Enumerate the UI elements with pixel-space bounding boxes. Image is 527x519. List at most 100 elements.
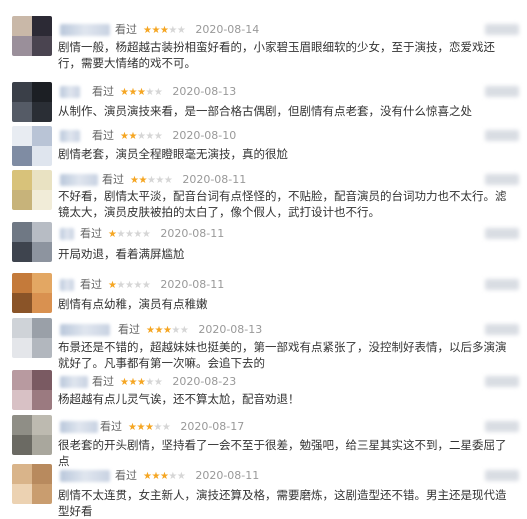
star-rating: ★★★★★: [128, 420, 171, 435]
star-empty-icon: ★: [176, 471, 186, 482]
useful-vote-blurred[interactable]: [485, 376, 519, 387]
user-avatar[interactable]: [12, 273, 52, 313]
star-filled-icon: ★: [151, 471, 160, 482]
user-avatar[interactable]: [12, 16, 52, 56]
useful-vote-blurred[interactable]: [485, 470, 519, 481]
user-avatar[interactable]: [12, 222, 52, 262]
star-empty-icon: ★: [168, 471, 177, 482]
star-filled-icon: ★: [136, 422, 145, 433]
rating-label: 看过: [115, 23, 137, 36]
rating-label: 看过: [80, 227, 102, 240]
review-date: 2020-08-13: [198, 323, 263, 336]
rating-label: 看过: [92, 85, 114, 98]
review-date: 2020-08-11: [195, 469, 260, 482]
rating-label: 看过: [92, 375, 114, 388]
review-text: 剧情一般，杨超越古装扮相蛮好看的，小家碧玉眉眼细软的少女，至于演技，恋爱戏还行，…: [58, 40, 495, 70]
star-rating: ★★★★★: [143, 469, 186, 484]
star-empty-icon: ★: [153, 131, 163, 142]
useful-vote-blurred[interactable]: [485, 174, 519, 185]
star-rating: ★★★★★: [120, 375, 163, 390]
review-meta: 看过 ★★★★★ 2020-08-11: [80, 226, 224, 241]
star-filled-icon: ★: [151, 25, 160, 36]
star-empty-icon: ★: [133, 280, 142, 291]
star-empty-icon: ★: [116, 229, 125, 240]
star-empty-icon: ★: [141, 280, 151, 291]
username-blurred[interactable]: [60, 279, 74, 291]
review-meta: 看过 ★★★★★ 2020-08-14: [115, 22, 259, 37]
star-empty-icon: ★: [168, 25, 177, 36]
useful-vote-blurred[interactable]: [485, 228, 519, 239]
username-blurred[interactable]: [60, 376, 88, 388]
useful-vote-blurred[interactable]: [485, 421, 519, 432]
review-date: 2020-08-14: [195, 23, 260, 36]
review-date: 2020-08-23: [172, 375, 237, 388]
user-avatar[interactable]: [12, 464, 52, 504]
star-filled-icon: ★: [154, 325, 163, 336]
star-empty-icon: ★: [145, 377, 154, 388]
star-filled-icon: ★: [138, 175, 147, 186]
star-empty-icon: ★: [179, 325, 189, 336]
username-blurred[interactable]: [60, 470, 110, 482]
star-rating: ★★★★★: [120, 85, 163, 100]
star-empty-icon: ★: [163, 175, 173, 186]
rating-label: 看过: [102, 173, 124, 186]
user-avatar[interactable]: [12, 126, 52, 166]
star-filled-icon: ★: [128, 87, 137, 98]
review-text: 布景还是不错的，超越妹妹也挺美的，第一部戏有点紧张了，没控制好表情，以后多演演就…: [58, 340, 507, 370]
star-empty-icon: ★: [116, 280, 125, 291]
review-text: 开局劝退，看着满屏尴尬: [58, 247, 185, 261]
review-meta: 看过 ★★★★★ 2020-08-11: [102, 172, 246, 187]
review-date: 2020-08-11: [182, 173, 247, 186]
star-rating: ★★★★★: [108, 278, 151, 293]
useful-vote-blurred[interactable]: [485, 324, 519, 335]
star-empty-icon: ★: [145, 131, 154, 142]
username-blurred[interactable]: [60, 174, 98, 186]
useful-vote-blurred[interactable]: [485, 130, 519, 141]
username-blurred[interactable]: [60, 24, 110, 36]
rating-label: 看过: [92, 129, 114, 142]
star-empty-icon: ★: [155, 175, 164, 186]
review-date: 2020-08-11: [160, 278, 225, 291]
review-meta: 看过 ★★★★★ 2020-08-17: [100, 419, 244, 434]
useful-vote-blurred[interactable]: [485, 24, 519, 35]
star-empty-icon: ★: [176, 25, 186, 36]
username-blurred[interactable]: [60, 130, 80, 142]
star-empty-icon: ★: [153, 87, 163, 98]
star-empty-icon: ★: [153, 377, 163, 388]
user-avatar[interactable]: [12, 82, 52, 122]
star-empty-icon: ★: [171, 325, 180, 336]
star-filled-icon: ★: [128, 131, 137, 142]
username-blurred[interactable]: [60, 421, 98, 433]
review-meta: 看过 ★★★★★ 2020-08-23: [92, 374, 236, 389]
star-rating: ★★★★★: [130, 173, 173, 188]
review-text: 杨超越有点儿灵气诶，还不算太尬，配音劝退！: [58, 392, 300, 406]
rating-label: 看过: [118, 323, 140, 336]
star-rating: ★★★★★: [108, 227, 151, 242]
user-avatar[interactable]: [12, 170, 52, 210]
user-avatar[interactable]: [12, 318, 52, 358]
useful-vote-blurred[interactable]: [485, 86, 519, 97]
review-text: 剧情不太连贯，女主新人，演技还算及格，需要磨炼，这剧造型还不错。男主还是现代造型…: [58, 488, 507, 518]
review-text: 很老套的开头剧情，坚持看了一会不至于很差，勉强吧，给三星其实这不到，二星委屈了点: [58, 438, 507, 468]
username-blurred[interactable]: [60, 86, 80, 98]
star-empty-icon: ★: [153, 422, 162, 433]
user-avatar[interactable]: [12, 415, 52, 455]
star-empty-icon: ★: [145, 87, 154, 98]
user-avatar[interactable]: [12, 370, 52, 410]
rating-label: 看过: [100, 420, 122, 433]
useful-vote-blurred[interactable]: [485, 279, 519, 290]
review-date: 2020-08-11: [160, 227, 225, 240]
review-text: 不好看，剧情太平淡，配音台词有点怪怪的，不贴脸，配音演员的台词功力也不太行。滤镜…: [58, 189, 507, 219]
star-empty-icon: ★: [133, 229, 142, 240]
username-blurred[interactable]: [60, 324, 110, 336]
star-rating: ★★★★★: [143, 23, 186, 38]
star-empty-icon: ★: [141, 229, 151, 240]
review-date: 2020-08-10: [172, 129, 237, 142]
star-rating: ★★★★★: [120, 129, 163, 144]
star-empty-icon: ★: [161, 422, 171, 433]
username-blurred[interactable]: [60, 228, 74, 240]
review-meta: 看过 ★★★★★ 2020-08-11: [80, 277, 224, 292]
review-text: 从制作、演员演技来看，是一部合格古偶剧，但剧情有点老套，没有什么惊喜之处: [58, 104, 472, 118]
review-date: 2020-08-13: [172, 85, 237, 98]
review-meta: 看过 ★★★★★ 2020-08-10: [92, 128, 236, 143]
